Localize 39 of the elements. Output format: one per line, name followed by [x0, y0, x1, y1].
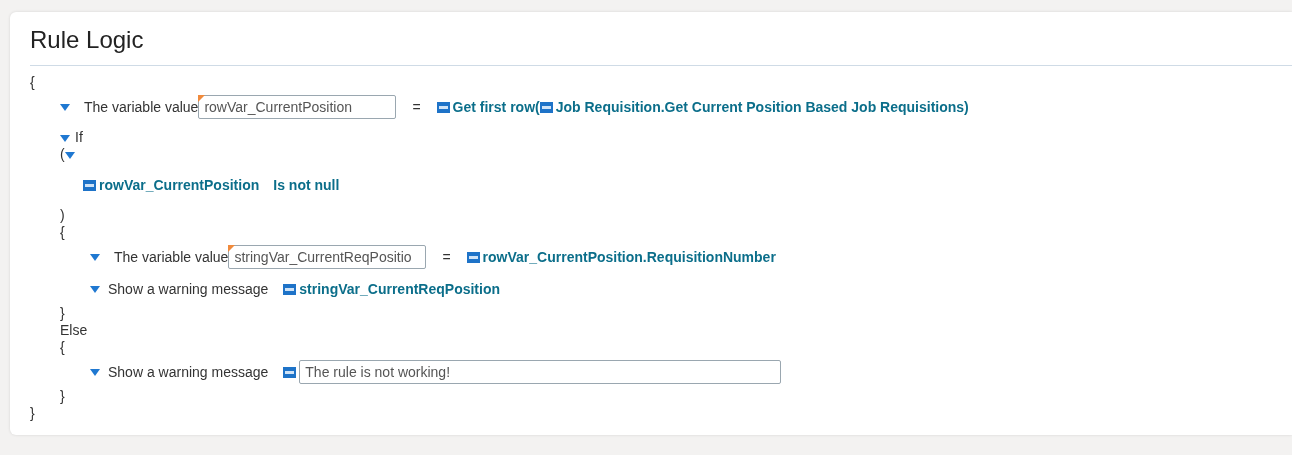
collapse-toggle-icon[interactable] [60, 133, 70, 142]
message-field[interactable]: The rule is not working! [299, 360, 782, 384]
collapse-toggle-icon[interactable] [90, 253, 100, 261]
collapse-toggle-icon[interactable] [90, 368, 100, 376]
code-text: } [60, 388, 65, 405]
statement-label: The variable value [114, 249, 229, 265]
variable-field[interactable]: stringVar_CurrentReqPositio [228, 245, 427, 269]
variable-field[interactable]: rowVar_CurrentPosition [198, 95, 397, 119]
code-text: ( [60, 146, 65, 163]
expression-link[interactable]: Is not null [273, 177, 340, 193]
operator-text: = [442, 249, 451, 265]
expression-link[interactable]: stringVar_CurrentReqPosition [299, 281, 500, 297]
expression-link[interactable]: rowVar_CurrentPosition [99, 177, 260, 193]
variable-icon [436, 101, 450, 113]
variable-icon [283, 283, 297, 295]
statement-label: Show a warning message [108, 364, 269, 380]
code-text: ) [60, 207, 65, 224]
code-text: { [60, 224, 65, 241]
code-text: } [60, 305, 65, 322]
variable-icon [539, 101, 553, 113]
expression-link[interactable]: Get first row( [452, 99, 540, 115]
variable-icon [466, 251, 480, 263]
statement-label: Show a warning message [108, 281, 269, 297]
variable-icon [83, 179, 96, 191]
variable-icon [283, 366, 297, 378]
code-text: { [30, 74, 35, 91]
expression-link[interactable]: ) [964, 99, 969, 115]
collapse-toggle-icon[interactable] [90, 285, 100, 293]
statement-label: The variable value [84, 99, 199, 115]
expression-link[interactable]: Job Requisition.Get Current Position Based Job Requisitions [555, 99, 965, 115]
operator-text: = [412, 99, 421, 115]
code-text: Else [60, 322, 88, 339]
expression-link[interactable]: rowVar_CurrentPosition.RequisitionNumber [482, 249, 776, 265]
code-text: { [60, 339, 65, 356]
code-text: } [30, 405, 35, 422]
collapse-toggle-icon[interactable] [60, 103, 70, 111]
keyword-text: If [75, 129, 83, 146]
collapse-toggle-icon[interactable] [64, 150, 75, 159]
panel-title: Rule Logic [30, 26, 1292, 66]
